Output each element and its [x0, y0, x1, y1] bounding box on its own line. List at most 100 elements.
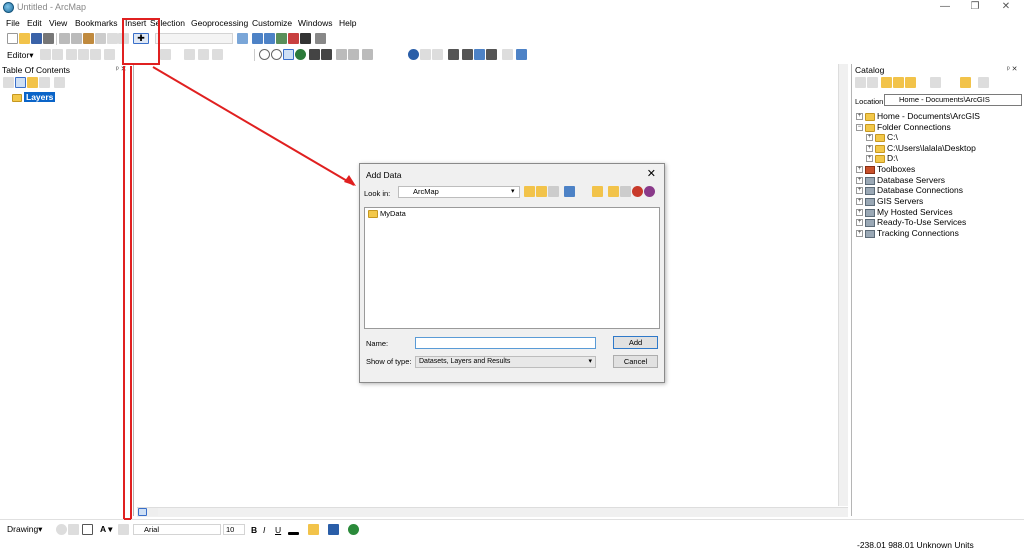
- full-extent-icon[interactable]: [295, 49, 306, 60]
- sketch-properties-icon[interactable]: [198, 49, 209, 60]
- file-list[interactable]: MyData: [364, 207, 660, 329]
- map-vertical-scrollbar[interactable]: [838, 64, 848, 506]
- split-tool-icon[interactable]: [104, 49, 115, 60]
- search-window-icon[interactable]: [276, 33, 287, 44]
- list-by-drawing-order-icon[interactable]: [3, 77, 14, 88]
- attributes-icon[interactable]: [184, 49, 195, 60]
- catalog-node-database-connections[interactable]: + Database Connections: [856, 185, 963, 195]
- menu-edit[interactable]: Edit: [27, 18, 42, 28]
- data-view-icon[interactable]: [138, 508, 147, 516]
- time-slider-icon[interactable]: [502, 49, 513, 60]
- show-of-type-combo[interactable]: Datasets, Layers and Results ▾: [415, 356, 596, 368]
- add-button[interactable]: Add: [613, 336, 658, 349]
- menu-help[interactable]: Help: [339, 18, 356, 28]
- forward-icon[interactable]: [867, 77, 878, 88]
- dialog-close-button[interactable]: ✕: [647, 167, 656, 180]
- python-window-icon[interactable]: [300, 33, 311, 44]
- menu-customize[interactable]: Customize: [252, 18, 292, 28]
- catalog-node-ready-to-use-services[interactable]: + Ready-To-Use Services: [856, 217, 966, 227]
- go-to-xy-icon[interactable]: [486, 49, 497, 60]
- up-one-level-icon[interactable]: [881, 77, 892, 88]
- list-by-source-icon[interactable]: [15, 77, 26, 88]
- new-shapefile-icon[interactable]: [620, 186, 631, 197]
- catalog-node-my-hosted-services[interactable]: + My Hosted Services: [856, 207, 953, 217]
- home-folder-icon[interactable]: [893, 77, 904, 88]
- select-elements-icon[interactable]: [395, 49, 406, 60]
- model-builder-icon[interactable]: [315, 33, 326, 44]
- create-viewer-icon[interactable]: [516, 49, 527, 60]
- back-icon[interactable]: [855, 77, 866, 88]
- marker-color-icon[interactable]: [348, 524, 359, 535]
- zoom-in-icon[interactable]: [259, 49, 270, 60]
- catalog-node-home[interactable]: + Home - Documents\ArcGIS: [856, 111, 980, 121]
- restore-button[interactable]: ❐: [966, 1, 984, 12]
- toc-window-icon[interactable]: [252, 33, 263, 44]
- new-icon[interactable]: [7, 33, 18, 44]
- connect-folder-icon[interactable]: [905, 77, 916, 88]
- rectangle-icon[interactable]: [82, 524, 93, 535]
- up-one-level-icon[interactable]: [524, 186, 535, 197]
- editor-menu[interactable]: Editor▾: [7, 50, 33, 61]
- arctoolbox-icon[interactable]: [288, 33, 299, 44]
- cancel-button[interactable]: Cancel: [613, 355, 658, 368]
- editor-toolbar-icon[interactable]: [237, 33, 248, 44]
- edit-vertices-icon[interactable]: [118, 524, 129, 535]
- underline-button[interactable]: U: [275, 525, 281, 535]
- fixed-zoom-in-icon[interactable]: [309, 49, 320, 60]
- views-icon[interactable]: [930, 77, 941, 88]
- pan-icon[interactable]: [283, 49, 294, 60]
- menu-bookmarks[interactable]: Bookmarks: [75, 18, 118, 28]
- refresh-icon[interactable]: [978, 77, 989, 88]
- catalog-node-desktop[interactable]: + C:\Users\lalala\Desktop: [866, 143, 976, 153]
- delete-icon[interactable]: [95, 33, 106, 44]
- find-icon[interactable]: [462, 49, 473, 60]
- select-elements-icon[interactable]: [44, 524, 55, 535]
- undo-icon[interactable]: [107, 33, 118, 44]
- trace-icon[interactable]: [90, 49, 101, 60]
- catalog-node-folder-connections[interactable]: − Folder Connections: [856, 122, 951, 132]
- hyperlink-icon[interactable]: [420, 49, 431, 60]
- zoom-whole-page-icon[interactable]: [68, 524, 79, 535]
- cut-icon[interactable]: [59, 33, 70, 44]
- catalog-node-c-drive[interactable]: + C:\: [866, 132, 898, 142]
- catalog-node-toolboxes[interactable]: + Toolboxes: [856, 164, 915, 174]
- paste-icon[interactable]: [83, 33, 94, 44]
- catalog-node-tracking-connections[interactable]: + Tracking Connections: [856, 228, 959, 238]
- name-input[interactable]: [415, 337, 596, 349]
- go-back-icon[interactable]: [336, 49, 347, 60]
- font-combo[interactable]: Arial: [133, 524, 221, 535]
- view-options-icon[interactable]: [564, 186, 575, 197]
- identify-icon[interactable]: [408, 49, 419, 60]
- layers-node[interactable]: Layers: [12, 92, 56, 102]
- font-size-combo[interactable]: 10: [223, 524, 245, 535]
- close-button[interactable]: ✕: [997, 1, 1015, 12]
- location-combo[interactable]: Home - Documents\ArcGIS: [884, 94, 1022, 106]
- online-icon[interactable]: [644, 186, 655, 197]
- look-in-combo[interactable]: ArcMap: [398, 186, 520, 198]
- copy-icon[interactable]: [71, 33, 82, 44]
- new-gdb-icon[interactable]: [608, 186, 619, 197]
- zoom-out-icon[interactable]: [271, 49, 282, 60]
- rotate-icon[interactable]: [56, 524, 67, 535]
- italic-button[interactable]: I: [263, 525, 265, 535]
- select-features-icon[interactable]: [362, 49, 373, 60]
- layout-view-icon[interactable]: [149, 508, 158, 516]
- measure-icon[interactable]: [448, 49, 459, 60]
- bold-button[interactable]: B: [251, 525, 257, 535]
- straight-segment-icon[interactable]: [66, 49, 77, 60]
- map-scale-combo[interactable]: [155, 33, 233, 44]
- toc-pin-close[interactable]: ᵖ ✕: [116, 65, 126, 73]
- home-icon[interactable]: [536, 186, 547, 197]
- drawing-menu[interactable]: Drawing▾: [7, 524, 42, 535]
- connect-folder-icon[interactable]: [548, 186, 559, 197]
- line-color-icon[interactable]: [328, 524, 339, 535]
- menu-geoprocessing[interactable]: Geoprocessing: [191, 18, 248, 28]
- catalog-node-gis-servers[interactable]: + GIS Servers: [856, 196, 923, 206]
- endpoint-arc-icon[interactable]: [78, 49, 89, 60]
- new-folder-icon[interactable]: [592, 186, 603, 197]
- catalog-window-icon[interactable]: [264, 33, 275, 44]
- edit-tool-icon[interactable]: [40, 49, 51, 60]
- find-route-icon[interactable]: [474, 49, 485, 60]
- go-forward-icon[interactable]: [348, 49, 359, 60]
- fill-color-icon[interactable]: [308, 524, 319, 535]
